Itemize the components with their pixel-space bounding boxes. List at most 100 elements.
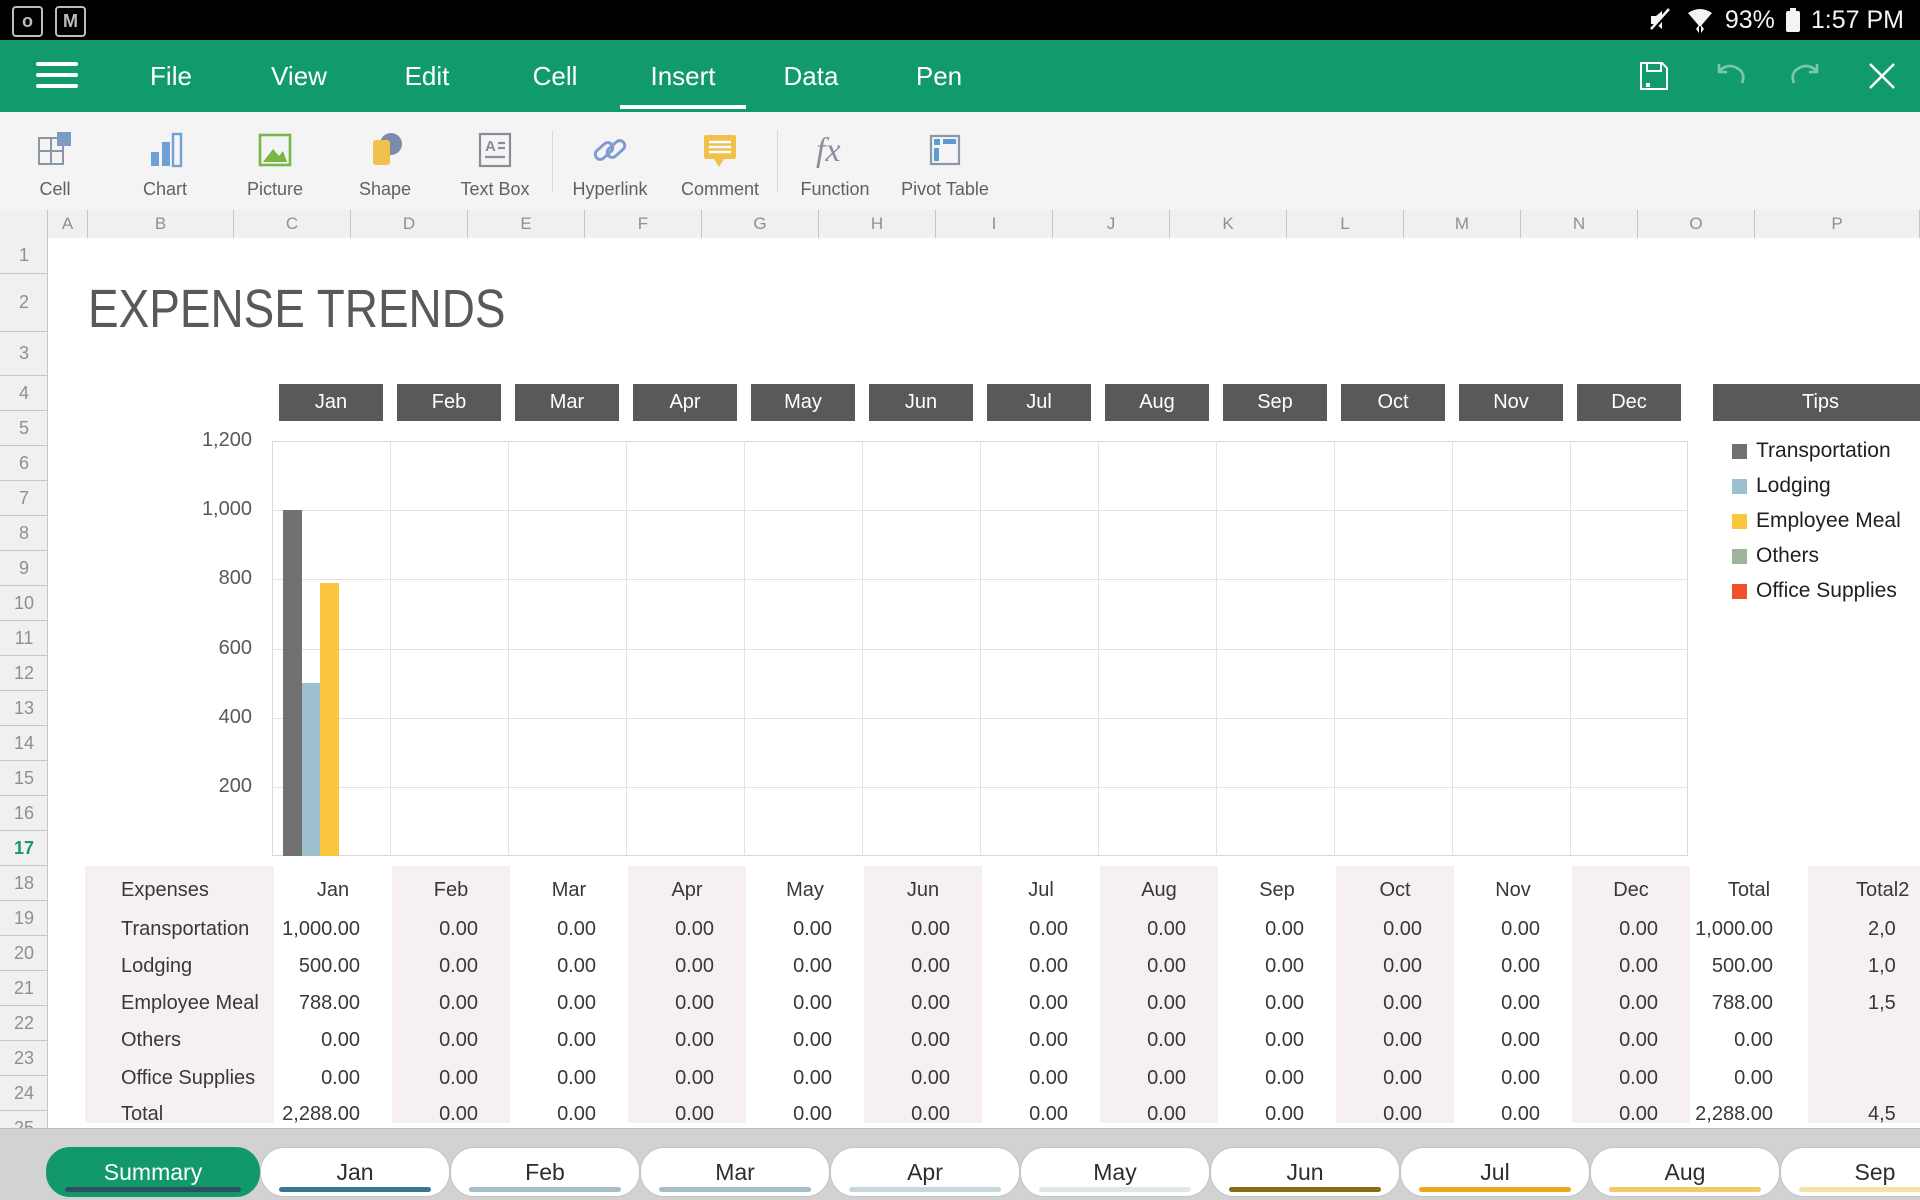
table-cell[interactable]: 788.00 <box>274 985 392 1022</box>
row-header-5[interactable]: 5 <box>0 411 48 446</box>
row-header-25[interactable]: 25 <box>0 1111 48 1128</box>
column-header-p[interactable]: P <box>1755 210 1920 238</box>
month-button-sep[interactable]: Sep <box>1223 384 1327 421</box>
month-button-mar[interactable]: Mar <box>515 384 619 421</box>
column-header-l[interactable]: L <box>1287 210 1404 238</box>
table-cell[interactable]: 0.00 <box>1454 1060 1572 1097</box>
row-header-22[interactable]: 22 <box>0 1006 48 1041</box>
row-header-11[interactable]: 11 <box>0 621 48 656</box>
table-cell[interactable]: 0.00 <box>1100 985 1218 1022</box>
table-cell[interactable]: 0.00 <box>982 911 1100 948</box>
toolbar-item-text-box[interactable]: AText Box <box>440 118 550 204</box>
row-header-3[interactable]: 3 <box>0 332 48 376</box>
table-cell[interactable]: 0.00 <box>1690 1022 1808 1059</box>
table-cell[interactable]: 0.00 <box>746 1060 864 1097</box>
table-cell[interactable]: 500.00 <box>274 948 392 985</box>
table-cell[interactable]: 2,0 <box>1808 911 1920 948</box>
table-cell[interactable]: Lodging <box>85 948 274 985</box>
table-cell[interactable]: 0.00 <box>510 948 628 985</box>
menu-item-pen[interactable]: Pen <box>875 40 1003 112</box>
table-cell[interactable]: 0.00 <box>1454 948 1572 985</box>
toolbar-item-hyperlink[interactable]: Hyperlink <box>555 118 665 204</box>
sheet-tab-jun[interactable]: Jun <box>1210 1147 1400 1197</box>
redo-icon[interactable] <box>1768 40 1844 112</box>
table-header-cell[interactable]: Aug <box>1100 872 1218 909</box>
close-icon[interactable] <box>1844 40 1920 112</box>
table-cell[interactable]: 0.00 <box>628 948 746 985</box>
table-header-cell[interactable]: Total2 <box>1808 872 1920 909</box>
table-cell[interactable]: 0.00 <box>1100 948 1218 985</box>
toolbar-item-pivot-table[interactable]: Pivot Table <box>890 118 1000 204</box>
row-header-8[interactable]: 8 <box>0 516 48 551</box>
row-header-19[interactable]: 19 <box>0 901 48 936</box>
row-header-7[interactable]: 7 <box>0 481 48 516</box>
menu-item-view[interactable]: View <box>235 40 363 112</box>
table-cell[interactable]: 0.00 <box>1690 1060 1808 1097</box>
hamburger-menu-icon[interactable] <box>36 62 78 90</box>
toolbar-item-picture[interactable]: Picture <box>220 118 330 204</box>
table-cell[interactable]: 0.00 <box>1336 1022 1454 1059</box>
table-cell[interactable]: 0.00 <box>1336 1060 1454 1097</box>
table-header-cell[interactable]: Feb <box>392 872 510 909</box>
table-header-cell[interactable]: May <box>746 872 864 909</box>
table-cell[interactable]: 0.00 <box>1572 1022 1690 1059</box>
column-header-m[interactable]: M <box>1404 210 1521 238</box>
table-cell[interactable]: 0.00 <box>1336 911 1454 948</box>
row-header-15[interactable]: 15 <box>0 761 48 796</box>
column-header-c[interactable]: C <box>234 210 351 238</box>
row-header-12[interactable]: 12 <box>0 656 48 691</box>
row-header-17[interactable]: 17 <box>0 831 48 866</box>
table-cell[interactable]: 0.00 <box>274 1022 392 1059</box>
column-header-o[interactable]: O <box>1638 210 1755 238</box>
month-button-feb[interactable]: Feb <box>397 384 501 421</box>
corner-cell[interactable] <box>0 210 48 238</box>
column-header-g[interactable]: G <box>702 210 819 238</box>
table-cell[interactable]: 0.00 <box>1454 1022 1572 1059</box>
toolbar-item-shape[interactable]: Shape <box>330 118 440 204</box>
undo-icon[interactable] <box>1692 40 1768 112</box>
table-cell[interactable]: 0.00 <box>982 1060 1100 1097</box>
sheet-tab-jan[interactable]: Jan <box>260 1147 450 1197</box>
table-cell[interactable]: 0.00 <box>628 1022 746 1059</box>
menu-item-data[interactable]: Data <box>747 40 875 112</box>
month-button-aug[interactable]: Aug <box>1105 384 1209 421</box>
table-cell[interactable]: 0.00 <box>1572 948 1690 985</box>
table-header-cell[interactable]: Jan <box>274 872 392 909</box>
month-button-jul[interactable]: Jul <box>987 384 1091 421</box>
toolbar-item-comment[interactable]: Comment <box>665 118 775 204</box>
column-header-e[interactable]: E <box>468 210 585 238</box>
table-cell[interactable]: 0.00 <box>392 985 510 1022</box>
menu-item-file[interactable]: File <box>107 40 235 112</box>
save-icon[interactable] <box>1616 40 1692 112</box>
table-cell[interactable]: 0.00 <box>1454 911 1572 948</box>
table-cell[interactable]: 0.00 <box>864 1060 982 1097</box>
month-button-may[interactable]: May <box>751 384 855 421</box>
row-header-4[interactable]: 4 <box>0 376 48 411</box>
sheet-tab-jul[interactable]: Jul <box>1400 1147 1590 1197</box>
row-header-16[interactable]: 16 <box>0 796 48 831</box>
month-button-oct[interactable]: Oct <box>1341 384 1445 421</box>
column-header-f[interactable]: F <box>585 210 702 238</box>
column-header-b[interactable]: B <box>88 210 234 238</box>
tips-button[interactable]: Tips <box>1713 384 1920 421</box>
table-cell[interactable]: Others <box>85 1022 274 1059</box>
month-button-nov[interactable]: Nov <box>1459 384 1563 421</box>
month-button-jan[interactable]: Jan <box>279 384 383 421</box>
table-cell[interactable]: 0.00 <box>392 1060 510 1097</box>
table-cell[interactable]: 0.00 <box>1336 948 1454 985</box>
table-header-cell[interactable]: Expenses <box>85 872 274 909</box>
table-cell[interactable]: 0.00 <box>1100 1060 1218 1097</box>
table-header-cell[interactable]: Sep <box>1218 872 1336 909</box>
table-cell[interactable]: Employee Meal <box>85 985 274 1022</box>
sheet-tab-feb[interactable]: Feb <box>450 1147 640 1197</box>
table-cell[interactable]: 0.00 <box>1336 985 1454 1022</box>
table-cell[interactable]: 0.00 <box>274 1060 392 1097</box>
row-header-1[interactable]: 1 <box>0 238 48 274</box>
sheet-tab-mar[interactable]: Mar <box>640 1147 830 1197</box>
table-cell[interactable]: 0.00 <box>628 1060 746 1097</box>
table-header-cell[interactable]: Apr <box>628 872 746 909</box>
row-header-6[interactable]: 6 <box>0 446 48 481</box>
table-cell[interactable]: 0.00 <box>392 1022 510 1059</box>
table-cell[interactable]: 0.00 <box>1572 985 1690 1022</box>
table-cell[interactable]: 0.00 <box>1218 985 1336 1022</box>
